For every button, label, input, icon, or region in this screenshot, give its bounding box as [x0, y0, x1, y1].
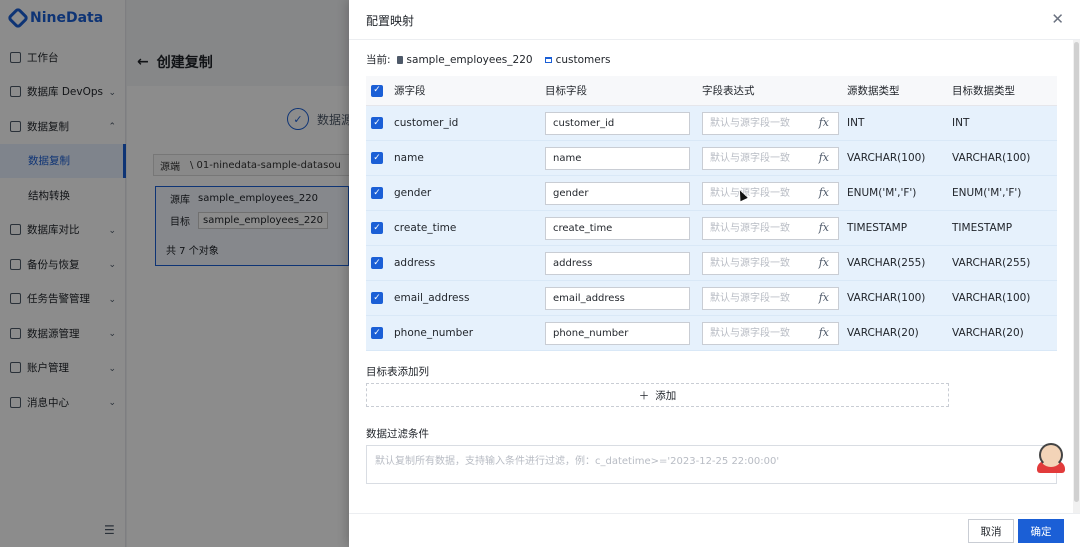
expression-field: fx: [702, 286, 839, 310]
expression-field: fx: [702, 111, 839, 135]
table-row: ✓ gender fx ENUM('M','F') ENUM('M','F'): [366, 176, 1057, 211]
source-field: gender: [394, 187, 432, 199]
source-field: email_address: [394, 292, 470, 304]
row-checkbox[interactable]: ✓: [371, 327, 383, 339]
add-column-button[interactable]: ＋ 添加: [366, 383, 949, 407]
row-checkbox[interactable]: ✓: [371, 187, 383, 199]
expression-field: fx: [702, 251, 839, 275]
target-type: INT: [952, 117, 970, 129]
expression-field: fx: [702, 181, 839, 205]
expression-input[interactable]: [703, 147, 815, 169]
expression-field: fx: [702, 216, 839, 240]
confirm-button[interactable]: 确定: [1018, 519, 1064, 543]
row-checkbox[interactable]: ✓: [371, 152, 383, 164]
source-type: VARCHAR(100): [847, 292, 926, 304]
drawer-header: 配置映射 ✕: [349, 0, 1080, 40]
filter-condition-input[interactable]: [366, 445, 1057, 484]
drawer-footer: 取消 确定: [349, 513, 1080, 547]
row-checkbox[interactable]: ✓: [371, 257, 383, 269]
target-type: VARCHAR(100): [952, 152, 1031, 164]
target-type: ENUM('M','F'): [952, 187, 1022, 199]
target-field-input[interactable]: [545, 251, 690, 275]
column-header-source-type: 源数据类型: [847, 85, 900, 97]
current-target: 当前: sample_employees_220 customers: [366, 52, 610, 67]
fx-icon[interactable]: fx: [819, 291, 829, 304]
database-icon: [396, 55, 403, 64]
source-field: phone_number: [394, 327, 474, 339]
target-field-input[interactable]: [545, 181, 690, 205]
cancel-button[interactable]: 取消: [968, 519, 1014, 543]
expression-input[interactable]: [703, 217, 815, 239]
source-type: ENUM('M','F'): [847, 187, 917, 199]
target-type: VARCHAR(100): [952, 292, 1031, 304]
expression-input[interactable]: [703, 287, 815, 309]
filter-label: 数据过滤条件: [366, 428, 429, 440]
column-header-source: 源字段: [394, 85, 426, 97]
add-column-label: 目标表添加列: [366, 366, 429, 378]
table-row: ✓ phone_number fx VARCHAR(20) VARCHAR(20): [366, 316, 1057, 351]
mapping-table: ✓ 源字段 目标字段 字段表达式 源数据类型 目标数据类型 ✓ customer_…: [366, 76, 1057, 351]
fx-icon[interactable]: fx: [819, 151, 829, 164]
table-row: ✓ address fx VARCHAR(255) VARCHAR(255): [366, 246, 1057, 281]
column-header-target: 目标字段: [545, 85, 587, 97]
fx-icon[interactable]: fx: [819, 186, 829, 199]
target-type: TIMESTAMP: [952, 222, 1013, 234]
target-type: VARCHAR(255): [952, 257, 1031, 269]
source-type: VARCHAR(20): [847, 327, 919, 339]
current-table: customers: [555, 53, 611, 66]
expression-input[interactable]: [703, 252, 815, 274]
source-type: VARCHAR(255): [847, 257, 926, 269]
row-checkbox[interactable]: ✓: [371, 117, 383, 129]
source-field: address: [394, 257, 436, 269]
source-type: TIMESTAMP: [847, 222, 908, 234]
column-header-expression: 字段表达式: [702, 85, 755, 97]
source-type: INT: [847, 117, 865, 129]
drawer-title: 配置映射: [366, 14, 415, 28]
target-type: VARCHAR(20): [952, 327, 1024, 339]
expression-input[interactable]: [703, 112, 815, 134]
source-field: name: [394, 152, 424, 164]
expression-input[interactable]: [703, 322, 815, 344]
expression-field: fx: [702, 146, 839, 170]
target-field-input[interactable]: [545, 286, 690, 310]
expression-input[interactable]: [703, 182, 815, 204]
select-all-checkbox[interactable]: ✓: [371, 84, 383, 97]
table-row: ✓ name fx VARCHAR(100) VARCHAR(100): [366, 141, 1057, 176]
add-button-label: 添加: [655, 389, 677, 402]
target-field-input[interactable]: [545, 111, 690, 135]
row-checkbox[interactable]: ✓: [371, 292, 383, 304]
target-field-input[interactable]: [545, 216, 690, 240]
mapping-table-header: ✓ 源字段 目标字段 字段表达式 源数据类型 目标数据类型: [366, 76, 1057, 106]
assistant-avatar-icon[interactable]: [1036, 441, 1066, 475]
table-row: ✓ customer_id fx INT INT: [366, 106, 1057, 141]
table-row: ✓ create_time fx TIMESTAMP TIMESTAMP: [366, 211, 1057, 246]
current-database: sample_employees_220: [406, 53, 533, 66]
drawer-scroll-thumb[interactable]: [1074, 42, 1079, 502]
fx-icon[interactable]: fx: [819, 326, 829, 339]
source-field: customer_id: [394, 117, 459, 129]
fx-icon[interactable]: fx: [819, 221, 829, 234]
source-type: VARCHAR(100): [847, 152, 926, 164]
mapping-table-body: ✓customer_idfxINTINT✓namefxVARCHAR(100)V…: [366, 106, 1057, 351]
table-row: ✓ email_address fx VARCHAR(100) VARCHAR(100): [366, 281, 1057, 316]
close-icon[interactable]: ✕: [1051, 10, 1064, 28]
fx-icon[interactable]: fx: [819, 256, 829, 269]
target-field-input[interactable]: [545, 146, 690, 170]
target-field-input[interactable]: [545, 321, 690, 345]
plus-icon: ＋: [638, 389, 650, 402]
row-checkbox[interactable]: ✓: [371, 222, 383, 234]
fx-icon[interactable]: fx: [819, 116, 829, 129]
table-icon: [544, 56, 552, 63]
config-mapping-drawer: 配置映射 ✕ 当前: sample_employees_220 customer…: [349, 0, 1080, 547]
current-label: 当前:: [366, 54, 391, 66]
column-header-target-type: 目标数据类型: [952, 85, 1015, 97]
expression-field: fx: [702, 321, 839, 345]
source-field: create_time: [394, 222, 457, 234]
